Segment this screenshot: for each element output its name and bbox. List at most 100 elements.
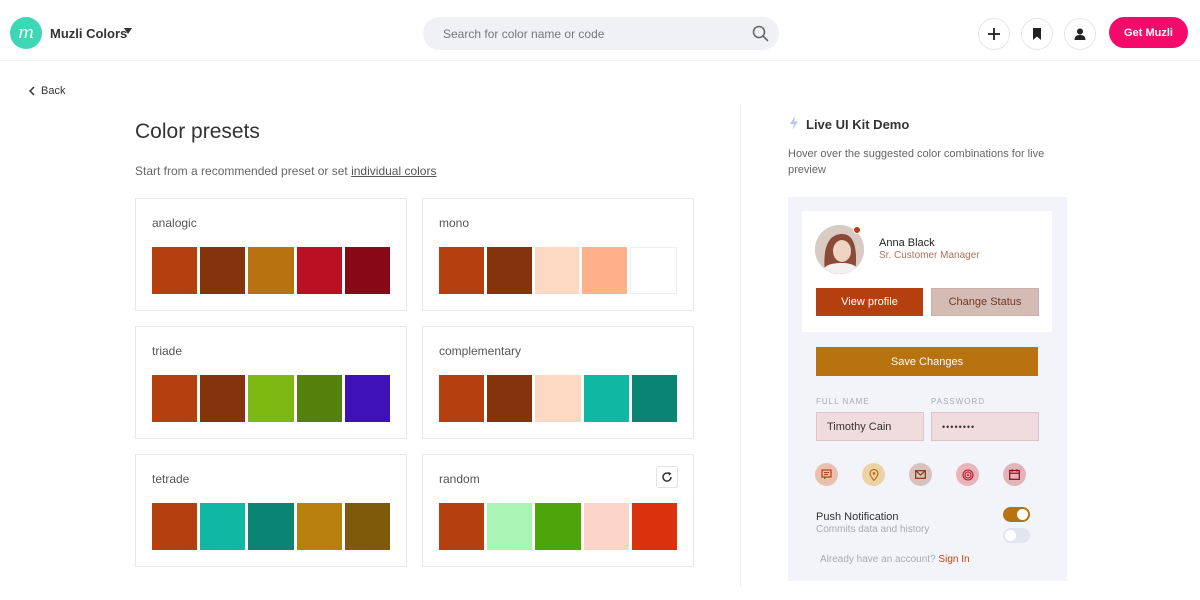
preset-name: mono [439,216,470,230]
plus-icon [988,28,1000,40]
preset-card-tetrade[interactable]: tetrade [135,454,407,567]
preset-name: triade [152,344,183,358]
get-muzli-button[interactable]: Get Muzli [1109,17,1188,48]
color-swatch[interactable] [152,375,198,422]
view-profile-button[interactable]: View profile [816,288,923,316]
lightning-icon [790,116,798,130]
preset-name: random [439,472,480,486]
color-swatch[interactable] [200,375,246,422]
refresh-button[interactable] [656,466,678,488]
chevron-left-icon [29,86,35,96]
color-swatch[interactable] [486,247,532,294]
search-icon[interactable] [752,25,769,42]
preset-swatches [152,247,391,294]
caret-down-icon[interactable] [124,28,132,34]
color-swatch[interactable] [152,503,198,550]
color-swatch[interactable] [535,375,581,422]
page-subtitle: Start from a recommended preset or set i… [135,164,437,178]
color-swatch[interactable] [631,375,678,422]
color-swatch[interactable] [534,247,580,294]
color-swatch[interactable] [344,375,391,422]
color-swatch[interactable] [582,247,628,294]
push-toggle-off[interactable] [1003,528,1030,543]
preset-swatches [439,503,678,550]
color-swatch[interactable] [487,375,533,422]
message-tool-button[interactable] [815,463,838,486]
color-swatch[interactable] [630,247,677,294]
add-button[interactable] [978,18,1010,50]
account-button[interactable] [1064,18,1096,50]
search-input[interactable] [443,17,743,50]
color-swatch[interactable] [248,375,294,422]
preset-swatches [439,247,677,294]
mail-tool-button[interactable] [909,463,932,486]
calendar-icon [1009,469,1020,480]
sign-in-prompt: Already have an account? Sign In [820,554,970,565]
push-notification-label: Push Notification [816,511,899,523]
color-swatch[interactable] [344,247,391,294]
user-role: Sr. Customer Manager [879,250,980,261]
bookmark-icon [1033,28,1041,40]
live-demo-description: Hover over the suggested color combinati… [788,148,1045,176]
calendar-tool-button[interactable] [1003,463,1026,486]
live-demo-title: Live UI Kit Demo [806,117,910,132]
bookmarks-button[interactable] [1021,18,1053,50]
location-tool-button[interactable] [862,463,885,486]
profile-card: Anna Black Sr. Customer Manager View pro… [802,211,1052,332]
color-swatch[interactable] [583,375,629,422]
fingerprint-tool-button[interactable] [956,463,979,486]
save-changes-button[interactable]: Save Changes [816,347,1038,376]
preset-swatches [439,375,678,422]
color-swatch[interactable] [200,503,246,550]
muzli-logo-icon[interactable]: m [10,17,42,49]
color-swatch[interactable] [200,247,246,294]
push-notification-subtitle: Commits data and history [816,524,930,535]
sign-in-link[interactable]: Sign In [938,554,969,565]
color-swatch[interactable] [296,375,342,422]
individual-colors-link[interactable]: individual colors [351,164,436,178]
top-header: m Muzli Colors Get Muzli [0,0,1200,61]
brand-name[interactable]: Muzli Colors [50,26,127,41]
preset-name: analogic [152,216,197,230]
push-toggle-on[interactable] [1003,507,1030,522]
change-status-button[interactable]: Change Status [931,288,1039,316]
preset-swatches [152,503,391,550]
user-icon [1074,28,1086,40]
color-swatch[interactable] [439,375,485,422]
full-name-field[interactable] [816,412,924,441]
color-swatch[interactable] [631,503,678,550]
search-bar [423,17,779,50]
color-swatch[interactable] [248,503,294,550]
location-pin-icon [868,468,879,481]
color-swatch[interactable] [583,503,629,550]
message-icon [821,469,832,480]
vertical-divider [740,104,741,586]
back-link[interactable]: Back [29,85,65,97]
ui-kit-demo-panel: Anna Black Sr. Customer Manager View pro… [788,197,1067,581]
preset-name: tetrade [152,472,190,486]
status-dot [853,226,861,234]
color-swatch[interactable] [152,247,198,294]
password-field[interactable] [931,412,1039,441]
mail-icon [915,470,926,479]
preset-card-random[interactable]: random [422,454,694,567]
color-swatch[interactable] [248,247,294,294]
full-name-label: FULL NAME [816,397,870,406]
preset-card-analogic[interactable]: analogic [135,198,407,311]
preset-name: complementary [439,344,522,358]
refresh-icon [662,471,672,482]
color-swatch[interactable] [296,247,342,294]
password-label: PASSWORD [931,397,986,406]
preset-card-mono[interactable]: mono [422,198,694,311]
color-swatch[interactable] [535,503,581,550]
preset-card-complementary[interactable]: complementary [422,326,694,439]
page-title: Color presets [135,120,260,143]
color-swatch[interactable] [296,503,342,550]
preset-card-triade[interactable]: triade [135,326,407,439]
color-swatch[interactable] [487,503,533,550]
color-swatch[interactable] [439,503,485,550]
color-swatch[interactable] [439,247,484,294]
back-label: Back [41,85,66,97]
preset-swatches [152,375,391,422]
color-swatch[interactable] [344,503,391,550]
